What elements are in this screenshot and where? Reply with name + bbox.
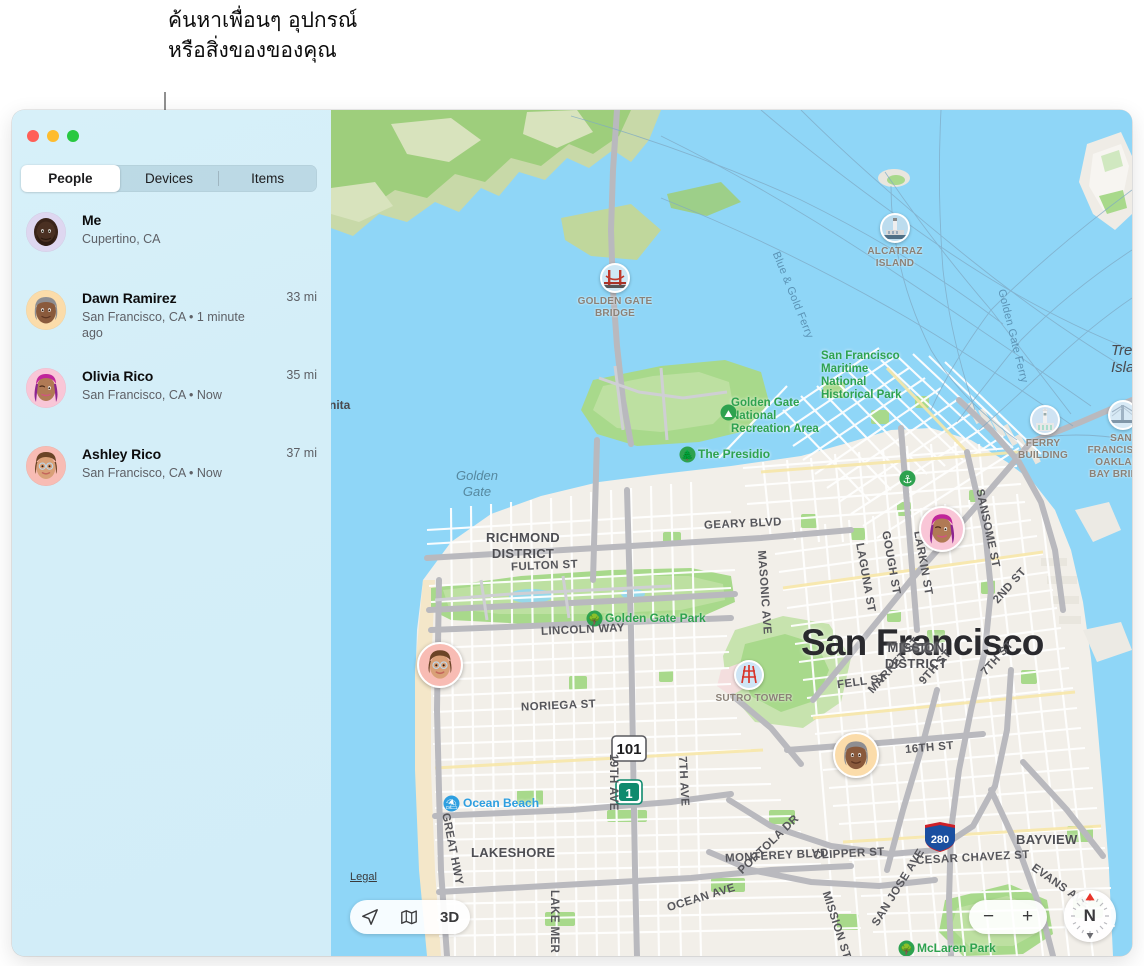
list-item-text: Olivia Rico San Francisco, CA • Now [82, 366, 269, 403]
park-marker-icon: 🌳 [898, 940, 915, 956]
map-beach-label: Ocean Beach [463, 796, 539, 810]
poi-label-golden-gate-bridge: GOLDEN GATE BRIDGE [565, 296, 665, 320]
list-item-text: Ashley Rico San Francisco, CA • Now [82, 444, 269, 481]
person-distance: 37 mi [269, 446, 317, 460]
map-district-richmond: RICHMOND DISTRICT [463, 530, 583, 562]
park-marker-icon: ⚓ [899, 470, 916, 487]
navigation-arrow-icon[interactable] [361, 908, 379, 926]
map-park-mclaren: McLaren Park [917, 941, 996, 955]
map-treasure-island-label: Trea Isla [1111, 342, 1132, 376]
list-item[interactable]: Dawn Ramirez San Francisco, CA • 1 minut… [12, 288, 331, 366]
person-name: Me [82, 211, 269, 229]
tab-items-label: Items [251, 171, 284, 186]
poi-label-sutro-tower: SUTRO TOWER [701, 693, 807, 705]
person-subtitle: San Francisco, CA • Now [82, 387, 250, 403]
person-subtitle: Cupertino, CA [82, 231, 250, 247]
park-marker-icon: ⛰ [720, 404, 737, 421]
avatar [26, 212, 66, 252]
street-label: 19TH AVE [607, 754, 619, 811]
list-item-text: Me Cupertino, CA [82, 210, 269, 247]
tab-people[interactable]: People [21, 165, 120, 192]
person-subtitle: San Francisco, CA • Now [82, 465, 250, 481]
poi-label-bay-bridge: SAN FRANCISCO– OAKLAND BAY BRIDGE [1073, 433, 1132, 481]
svg-text:280: 280 [931, 834, 949, 846]
beach-marker-icon: ⛱ [443, 795, 460, 812]
compass-ticks-icon [1064, 890, 1116, 942]
bay-bridge-icon[interactable] [1108, 400, 1132, 430]
map-district-bayview: BAYVIEW [1016, 832, 1078, 847]
list-item[interactable]: Olivia Rico San Francisco, CA • Now 35 m… [12, 366, 331, 444]
tab-devices-label: Devices [145, 171, 193, 186]
zoom-in-button[interactable]: + [1022, 906, 1033, 928]
avatar [26, 368, 66, 408]
avatar [26, 290, 66, 330]
person-distance: 33 mi [269, 290, 317, 304]
ferry-building-icon[interactable] [1030, 405, 1060, 435]
list-item[interactable]: Ashley Rico San Francisco, CA • Now 37 m… [12, 444, 331, 522]
tab-items[interactable]: Items [218, 165, 317, 192]
map-district-lakeshore: LAKESHORE [471, 845, 555, 860]
legal-link[interactable]: Legal [350, 871, 377, 883]
app-window: People Devices Items [12, 110, 1132, 956]
svg-text:🌳: 🌳 [900, 943, 912, 956]
map-pin-dawn[interactable] [833, 732, 879, 778]
map-toolbar: 3D [350, 900, 470, 934]
avatar [26, 446, 66, 486]
map-canvas[interactable]: 101 1 280 San Francisco Golden Gate nita… [331, 110, 1132, 956]
people-list: Me Cupertino, CA [12, 210, 331, 522]
golden-gate-bridge-icon[interactable] [600, 263, 630, 293]
zoom-controls: − + [969, 900, 1047, 934]
map-park-ggnra: Golden Gate National Recreation Area [731, 397, 841, 436]
list-item[interactable]: Me Cupertino, CA [12, 210, 331, 288]
map-layers-icon[interactable] [400, 908, 418, 926]
street-label: LAKE MER [548, 890, 560, 953]
map-pin-olivia[interactable] [919, 506, 965, 552]
map-marin-label: nita [331, 398, 350, 412]
svg-text:⛰: ⛰ [724, 409, 733, 420]
svg-text:⛱: ⛱ [445, 799, 458, 811]
alcatraz-lighthouse-icon[interactable] [880, 213, 910, 243]
window-controls [27, 130, 79, 142]
close-button[interactable] [27, 130, 39, 142]
street-label: 7TH AVE [676, 756, 691, 807]
map-park-presidio: The Presidio [698, 447, 770, 461]
park-marker-icon: 🌲 [679, 446, 696, 463]
sidebar: People Devices Items [12, 110, 331, 956]
zoom-out-button[interactable]: − [983, 906, 994, 928]
sutro-tower-icon[interactable] [734, 660, 764, 690]
svg-text:1: 1 [625, 786, 632, 801]
person-distance: 35 mi [269, 368, 317, 382]
zoom-button[interactable] [67, 130, 79, 142]
svg-text:⚓: ⚓ [903, 474, 913, 486]
poi-label-alcatraz: ALCATRAZ ISLAND [847, 246, 943, 270]
person-name: Dawn Ramirez [82, 289, 269, 307]
person-name: Ashley Rico [82, 445, 269, 463]
svg-text:101: 101 [616, 741, 641, 758]
tab-devices[interactable]: Devices [120, 165, 219, 192]
map-water-label: Golden Gate [456, 468, 498, 500]
tab-people-label: People [48, 171, 92, 186]
compass-control[interactable]: N [1064, 890, 1116, 942]
tab-bar: People Devices Items [21, 165, 317, 192]
person-subtitle: San Francisco, CA • 1 minute ago [82, 309, 250, 341]
map-pin-ashley[interactable] [417, 642, 463, 688]
svg-text:🌲: 🌲 [681, 449, 693, 462]
minimize-button[interactable] [47, 130, 59, 142]
north-arrow-icon [1085, 893, 1094, 900]
person-name: Olivia Rico [82, 367, 269, 385]
list-item-text: Dawn Ramirez San Francisco, CA • 1 minut… [82, 288, 269, 341]
map-park-maritime: San Francisco Maritime National Historic… [821, 350, 921, 402]
three-d-toggle[interactable]: 3D [440, 909, 459, 926]
